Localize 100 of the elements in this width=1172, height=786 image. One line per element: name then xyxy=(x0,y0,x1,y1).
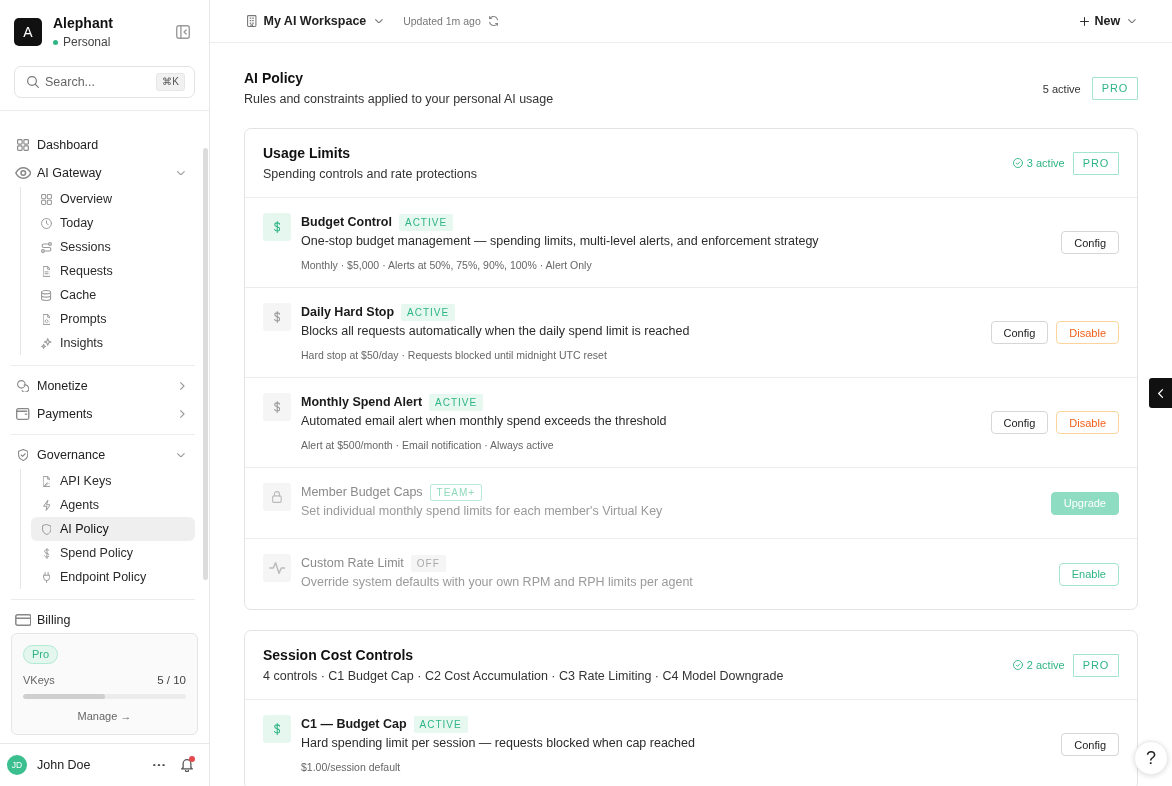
config-button[interactable]: Config xyxy=(1061,231,1119,254)
active-count: 2 active xyxy=(1026,659,1065,671)
card-title: Session Cost Controls xyxy=(263,646,415,664)
plug-icon xyxy=(42,571,51,583)
policy-name: Custom Rate Limit xyxy=(301,556,404,570)
credit-card-icon xyxy=(14,614,32,626)
tier-badge: PRO xyxy=(1091,77,1138,100)
scrollbar[interactable] xyxy=(203,148,208,580)
chevron-down-icon xyxy=(1128,18,1136,24)
policy-description: Override system defaults with your own RPM and RPH limits per agent xyxy=(301,574,694,591)
nav-item[interactable]: Endpoint Policy xyxy=(31,565,195,589)
policy-description: Automated email alert when monthly spend exceeds the threshold xyxy=(301,413,668,430)
lightning-icon xyxy=(42,499,51,511)
shield-icon xyxy=(41,523,52,535)
nav-item[interactable]: Insights xyxy=(31,331,195,355)
edit-document-icon xyxy=(42,475,51,487)
nav-item[interactable]: Sessions xyxy=(31,235,195,259)
user-avatar: JD xyxy=(7,755,27,775)
shield-check-icon xyxy=(17,449,29,461)
chevron-left-icon xyxy=(1157,388,1164,398)
nav-item[interactable]: Requests xyxy=(31,259,195,283)
nav-item[interactable]: Prompts xyxy=(31,307,195,331)
policy-name: C1 — Budget Cap xyxy=(301,717,407,731)
sparkle-icon xyxy=(41,337,52,349)
workspace-name: Alephant xyxy=(53,14,114,32)
card-title: Usage Limits xyxy=(263,144,352,162)
usage-label: VKeys xyxy=(23,673,55,688)
policy-name: Budget Control xyxy=(301,215,392,229)
nav-item[interactable]: AI Gateway xyxy=(11,159,195,187)
dollar-icon xyxy=(43,547,50,559)
help-button[interactable]: ? xyxy=(1134,741,1168,775)
policy-name: Monthly Spend Alert xyxy=(301,395,423,409)
shortcut-hint: ⌘K xyxy=(156,73,185,91)
sidebar-toggle-icon[interactable] xyxy=(176,25,190,39)
grid-icon xyxy=(41,193,52,205)
workspace-selector[interactable]: My AI Workspace xyxy=(247,14,384,28)
nav-item[interactable]: Overview xyxy=(31,187,195,211)
config-button[interactable]: Config xyxy=(990,321,1049,344)
manage-link[interactable]: Manage → xyxy=(77,708,132,724)
status-badge: ACTIVE xyxy=(401,303,456,321)
nav-item[interactable]: Agents xyxy=(31,493,195,517)
nav-item[interactable]: Dashboard xyxy=(11,131,195,159)
config-button[interactable]: Config xyxy=(1061,733,1119,756)
nav-item[interactable]: Governance xyxy=(11,441,195,469)
chevron-down-icon xyxy=(375,18,384,24)
document-icon xyxy=(42,265,51,277)
usage-count: 5 / 10 xyxy=(157,673,186,688)
plan-badge: Pro xyxy=(23,645,59,664)
more-icon[interactable] xyxy=(153,763,165,767)
active-count: 5 active xyxy=(1042,82,1081,95)
card-subtitle: Spending controls and rate protections xyxy=(263,166,478,182)
nav-item[interactable]: Cache xyxy=(31,283,195,307)
policy-details: Monthly · $5,000 · Alerts at 50%, 75%, 90%, 100% · Alert Only xyxy=(301,258,593,272)
route-icon xyxy=(41,241,52,253)
policy-description: Hard spending limit per session — requests blocked when cap reached xyxy=(301,735,696,752)
update-time: Updated 1m ago xyxy=(403,15,481,27)
workspace-type: Personal xyxy=(63,34,111,50)
clock-icon xyxy=(41,217,52,229)
nav-item[interactable]: Spend Policy xyxy=(31,541,195,565)
status-badge: OFF xyxy=(410,554,446,572)
page-subtitle: Rules and constraints applied to your personal AI usage xyxy=(244,91,554,108)
active-count: 3 active xyxy=(1026,157,1065,169)
nav-item[interactable]: Billing xyxy=(11,606,195,633)
new-button[interactable]: New xyxy=(1079,14,1136,28)
policy-name: Member Budget Caps xyxy=(301,485,423,499)
card-subtitle: 4 controls · C1 Budget Cap · C2 Cost Accumulation · C3 Rate Limiting · C4 Model Downgrade xyxy=(263,668,784,684)
status-dot-icon xyxy=(53,39,58,45)
coins-icon xyxy=(17,380,29,392)
policy-details: Alert at $500/month · Email notification · Always active xyxy=(301,438,555,452)
policy-description: Blocks all requests automatically when the daily spend limit is reached xyxy=(301,323,691,340)
policy-description: One-stop budget management — spending limits, multi-level alerts, and enforcement strategy xyxy=(301,233,820,250)
policy-description: Set individual monthly spend limits for each member's Virtual Key xyxy=(301,503,664,520)
search-icon xyxy=(27,76,39,88)
page-title: AI Policy xyxy=(244,69,305,87)
status-badge: ACTIVE xyxy=(398,213,454,231)
nav-item[interactable]: AI Policy xyxy=(31,517,195,541)
policy-details: Hard stop at $50/day · Requests blocked until midnight UTC reset xyxy=(301,348,608,362)
nav-item[interactable]: Monetize xyxy=(11,372,195,400)
refresh-icon[interactable] xyxy=(488,16,498,26)
policy-name: Daily Hard Stop xyxy=(301,305,395,319)
nav-item[interactable]: Payments xyxy=(11,400,195,428)
user-name: John Doe xyxy=(37,758,92,772)
policy-details: $1.00/session default xyxy=(301,760,402,774)
panel-toggle-button[interactable] xyxy=(1149,378,1172,408)
eye-icon xyxy=(14,167,32,179)
tier-badge: TEAM+ xyxy=(429,483,483,501)
status-badge: ACTIVE xyxy=(413,715,468,733)
nav-item[interactable]: Today xyxy=(31,211,195,235)
wallet-icon xyxy=(16,408,30,420)
workspace-logo: A xyxy=(14,18,42,46)
status-badge: ACTIVE xyxy=(429,393,484,411)
building-icon xyxy=(247,15,257,27)
nav-item[interactable]: API Keys xyxy=(31,469,195,493)
database-icon xyxy=(41,289,52,301)
grid-icon xyxy=(17,139,29,151)
bell-icon[interactable] xyxy=(181,758,193,772)
plus-icon xyxy=(1079,16,1089,26)
code-document-icon xyxy=(42,313,51,325)
check-circle-icon xyxy=(1012,660,1023,670)
config-button[interactable]: Config xyxy=(990,411,1049,434)
